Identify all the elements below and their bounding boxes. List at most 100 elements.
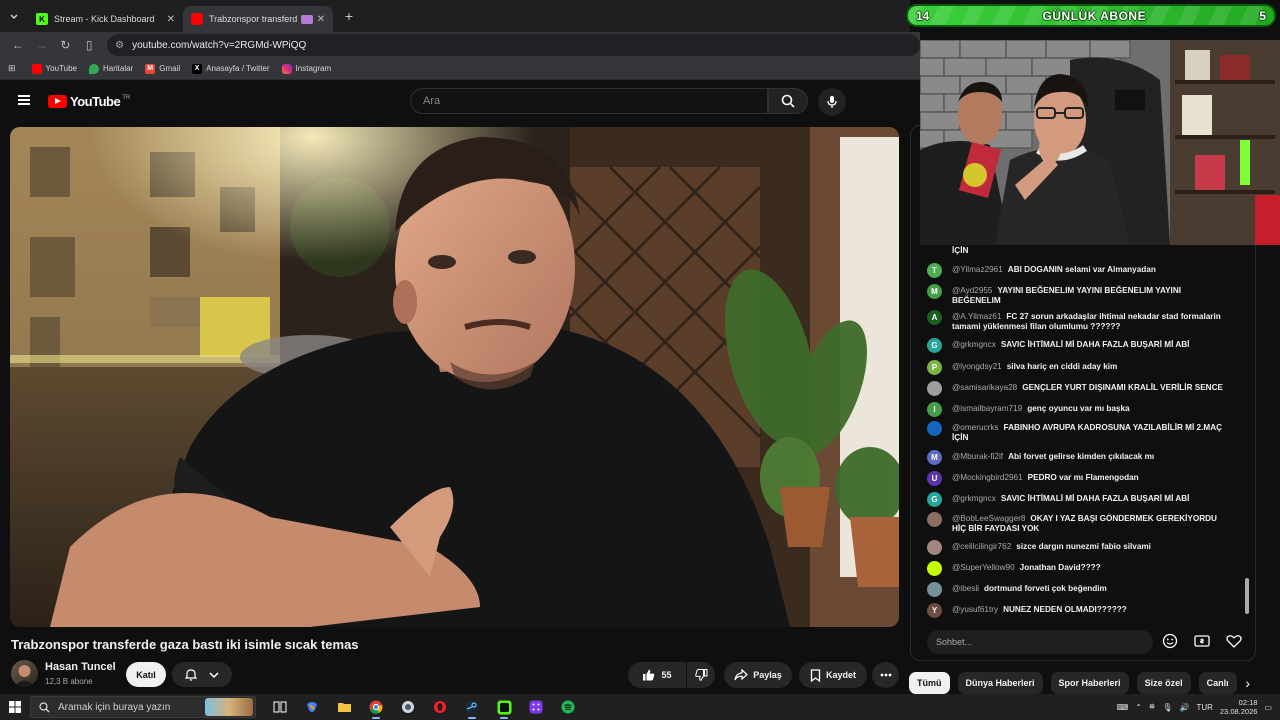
voice-search-button[interactable] [818, 88, 846, 116]
chat-avatar[interactable] [927, 540, 942, 555]
chat-avatar[interactable]: M [927, 450, 942, 465]
chat-avatar[interactable]: T [927, 263, 942, 278]
channel-avatar[interactable] [11, 660, 38, 687]
chat-message[interactable]: U @Mockingbird2961 PEDRO var mı Flamengoda… [911, 471, 1255, 486]
notification-button[interactable] [172, 662, 232, 687]
chat-scrollbar[interactable] [1245, 578, 1249, 614]
spotify-icon[interactable] [556, 695, 580, 719]
chat-message[interactable]: G @grkmgncx SAVIC İHTİMALİ Mİ DAHA FAZLA B… [911, 338, 1255, 353]
emoji-button[interactable] [1161, 632, 1179, 650]
like-button[interactable]: 55 [628, 662, 686, 688]
chat-message[interactable]: @omerucrks FABINHO AVRUPA KADROSUNA YAZIL… [911, 421, 1255, 443]
search-input[interactable]: Ara [410, 88, 768, 114]
chat-username[interactable]: @samisarikaya28 [952, 383, 1017, 392]
youtube-logo[interactable]: YouTube TR [48, 94, 130, 109]
file-explorer-icon[interactable] [332, 695, 356, 719]
chat-username[interactable]: @ibesli [952, 584, 979, 593]
chat-avatar[interactable]: Y [927, 603, 942, 618]
chat-message[interactable]: @samisarikaya28 GENÇLER YURT DIŞINAMI KRA… [911, 381, 1255, 396]
chat-username[interactable]: @lyongdsy21 [952, 362, 1002, 371]
chat-message[interactable]: T @Yilmaz2961 ABI DOGANIN selami var Alman… [911, 263, 1255, 278]
more-actions-button[interactable] [872, 662, 899, 688]
chat-avatar[interactable]: I [927, 402, 942, 417]
tab-youtube-video[interactable]: Trabzonspor transferde gaz ✕ [183, 6, 333, 32]
close-icon[interactable]: ✕ [167, 14, 175, 25]
close-icon[interactable]: ✕ [317, 14, 325, 25]
language-indicator[interactable]: TUR [1196, 703, 1212, 712]
chat-avatar[interactable]: G [927, 338, 942, 353]
forward-icon[interactable]: → [30, 38, 54, 52]
chat-avatar[interactable] [927, 582, 942, 597]
grid-app-icon[interactable] [524, 695, 548, 719]
share-button[interactable]: Paylaş [724, 662, 792, 688]
chat-avatar[interactable]: G [927, 492, 942, 507]
start-button[interactable] [0, 701, 30, 713]
keyboard-icon[interactable]: ⌨ [1117, 703, 1129, 712]
chat-message[interactable]: @celilcilingir762 sizce dargın nunezmi fa… [911, 540, 1255, 555]
kick-app-icon[interactable] [492, 695, 516, 719]
media-playing-icon[interactable] [300, 14, 313, 24]
chat-username[interactable]: @celilcilingir762 [952, 542, 1011, 551]
video-player[interactable] [10, 127, 899, 627]
taskbar-search[interactable]: Aramak için buraya yazın [30, 696, 256, 718]
chat-username[interactable]: @grkmgncx [952, 494, 996, 503]
chat-message[interactable]: P @lyongdsy21 silva hariç en ciddi aday ki… [911, 360, 1255, 375]
new-tab-button[interactable]: + [337, 8, 361, 24]
site-info-icon[interactable]: ⚙ [115, 40, 124, 51]
chat-username[interactable]: @BobLeeSwagger8 [952, 514, 1025, 523]
chrome-icon[interactable] [364, 695, 388, 719]
chat-message[interactable]: Y @yusuf61try NUNEZ NEDEN OLMADI?????? [911, 603, 1255, 618]
side-panel-icon[interactable]: ▯ [77, 38, 101, 52]
app-bird-icon[interactable] [396, 695, 420, 719]
chat-message[interactable]: @BobLeeSwagger8 OKAY I YAZ BAŞI GÖNDERMEK… [911, 512, 1255, 534]
reload-icon[interactable]: ↻ [54, 38, 78, 52]
chevron-right-icon[interactable]: › [1245, 672, 1250, 694]
back-icon[interactable]: ← [6, 38, 30, 52]
opera-icon[interactable] [428, 695, 452, 719]
chat-avatar[interactable] [927, 561, 942, 576]
chat-username[interactable]: @Yilmaz2961 [952, 265, 1003, 274]
tab-search-button[interactable] [0, 0, 28, 32]
microphone-tray-icon[interactable]: 🎙 [1162, 703, 1172, 712]
chat-username[interactable]: @omerucrks [952, 423, 999, 432]
chat-avatar[interactable]: P [927, 360, 942, 375]
join-button[interactable]: Katıl [126, 662, 166, 687]
bookmark-maps[interactable]: Haritalar [88, 63, 133, 74]
chip-4[interactable]: Canlı [1198, 672, 1237, 694]
chip-0[interactable]: Tümü [909, 672, 950, 694]
chat-username[interactable]: @Mburak-fi2if [952, 452, 1003, 461]
speaker-icon[interactable]: 🔊 [1179, 703, 1189, 712]
chat-message[interactable]: M @Ayd2955 YAYINI BEĞENELIM YAYINI BEĞENEL… [911, 284, 1255, 306]
chat-username[interactable]: @grkmgncx [952, 340, 996, 349]
menu-icon[interactable] [18, 95, 30, 105]
chat-avatar[interactable]: U [927, 471, 942, 486]
chat-message[interactable]: @SuperYellow90 Jonathan David???? [911, 561, 1255, 576]
chat-username[interactable]: @yusuf61try [952, 605, 998, 614]
chat-avatar[interactable] [927, 421, 942, 436]
network-icon[interactable]: ⛯ [1149, 702, 1155, 712]
chat-avatar[interactable] [927, 512, 942, 527]
chat-username[interactable]: @Mockingbird2961 [952, 473, 1023, 482]
like-chat-button[interactable] [1225, 632, 1243, 650]
channel-name[interactable]: Hasan Tuncel [45, 661, 116, 673]
chat-message[interactable]: I @ismailbayram719 genç oyuncu var mı başk… [911, 402, 1255, 417]
chat-avatar[interactable]: A [927, 310, 942, 325]
chat-avatar[interactable] [927, 381, 942, 396]
chat-message[interactable]: M @Mburak-fi2if Abi forvet gelirse kimden … [911, 450, 1255, 465]
chat-message[interactable]: G @grkmgncx SAVIC İHTİMALİ Mİ DAHA FAZLA B… [911, 492, 1255, 507]
chat-input[interactable]: Sohbet... [927, 630, 1153, 654]
chat-username[interactable]: @SuperYellow90 [952, 563, 1015, 572]
chip-1[interactable]: Dünya Haberleri [957, 672, 1043, 694]
save-button[interactable]: Kaydet [799, 662, 867, 688]
chat-username[interactable]: @ismailbayram719 [952, 404, 1022, 413]
chip-3[interactable]: Size özel [1136, 672, 1191, 694]
notifications-icon[interactable]: ▭ [1264, 703, 1272, 712]
steam-icon[interactable] [460, 695, 484, 719]
dislike-button[interactable] [687, 662, 715, 688]
apps-grid-icon[interactable]: ⊞ [8, 63, 16, 74]
chat-message[interactable]: @ibesli dortmund forveti çok beğendim [911, 582, 1255, 597]
tab-kick-dashboard[interactable]: K Stream - Kick Dashboard ✕ [28, 6, 183, 32]
address-bar[interactable]: ⚙ youtube.com/watch?v=2RGMd-WPiQQ [107, 34, 920, 56]
bookmark-youtube[interactable]: YouTube [31, 63, 77, 74]
chat-avatar[interactable]: M [927, 284, 942, 299]
